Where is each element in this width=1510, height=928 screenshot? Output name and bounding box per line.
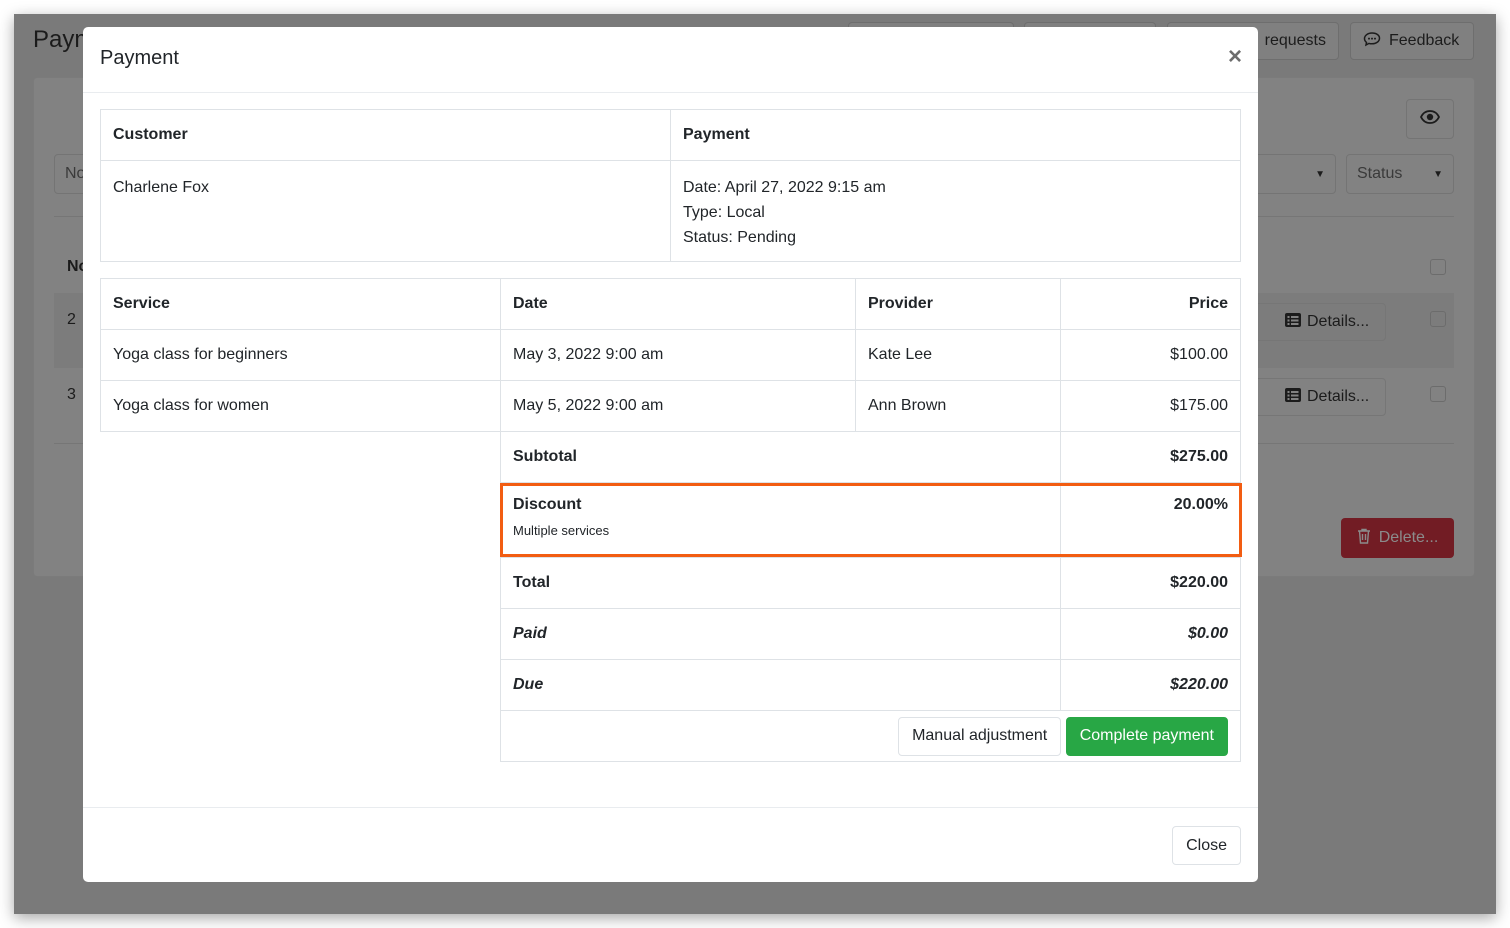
modal-title: Payment xyxy=(100,47,179,69)
payment-type: Type: Local xyxy=(683,204,765,221)
actions-cell: Manual adjustment Complete payment xyxy=(500,710,1241,762)
customer-header: Customer xyxy=(100,109,671,161)
details-label: Details... xyxy=(1307,313,1370,330)
table-row: Yoga class for beginners May 3, 2022 9:0… xyxy=(100,329,1241,381)
column-header-service: Service xyxy=(100,278,501,330)
service-provider: Kate Lee xyxy=(855,329,1061,381)
services-table: Service Date Provider Price Yoga class f… xyxy=(100,278,1241,762)
total-row: Total $220.00 xyxy=(101,557,1241,609)
trash-icon xyxy=(1357,528,1371,549)
customer-payment-table: Customer Payment Charlene Fox Date: Apri… xyxy=(100,109,1241,262)
payment-details: Date: April 27, 2022 9:15 am Type: Local… xyxy=(670,160,1241,262)
paid-value: $0.00 xyxy=(1060,608,1241,660)
payment-status: Status: Pending xyxy=(683,229,796,246)
service-name: Yoga class for women xyxy=(100,380,501,432)
column-header-price: Price xyxy=(1060,278,1241,330)
requests-label: requests xyxy=(1264,32,1326,49)
list-icon xyxy=(1285,312,1301,332)
payment-header: Payment xyxy=(670,109,1241,161)
feedback-label: Feedback xyxy=(1389,32,1460,49)
table-row: Yoga class for women May 5, 2022 9:00 am… xyxy=(100,380,1241,432)
select-all-checkbox[interactable] xyxy=(1430,259,1446,275)
payment-date: Date: April 27, 2022 9:15 am xyxy=(683,179,886,196)
details-button[interactable]: Details... xyxy=(1254,378,1386,416)
total-label: Total xyxy=(500,557,1061,609)
chevron-down-icon: ▼ xyxy=(1433,168,1443,180)
column-header-provider: Provider xyxy=(855,278,1061,330)
services-header-row: Service Date Provider Price xyxy=(100,278,1241,330)
payment-modal: Payment × Customer Payment Charlene Fox … xyxy=(83,27,1258,882)
list-icon xyxy=(1285,387,1301,407)
toggle-visibility-button[interactable] xyxy=(1406,99,1454,139)
row-number: 3 xyxy=(67,386,76,403)
service-name: Yoga class for beginners xyxy=(100,329,501,381)
service-price: $175.00 xyxy=(1060,380,1241,432)
row-checkbox[interactable] xyxy=(1430,386,1446,402)
feedback-button[interactable]: Feedback xyxy=(1350,22,1474,60)
delete-button[interactable]: Delete... xyxy=(1341,518,1454,558)
modal-header: Payment × xyxy=(83,27,1258,93)
total-value: $220.00 xyxy=(1060,557,1241,609)
due-row: Due $220.00 xyxy=(101,659,1241,711)
row-checkbox[interactable] xyxy=(1430,311,1446,327)
actions-row: Manual adjustment Complete payment xyxy=(101,710,1241,762)
discount-cell: Discount Multiple services xyxy=(500,482,1061,558)
service-price: $100.00 xyxy=(1060,329,1241,381)
due-value: $220.00 xyxy=(1060,659,1241,711)
chevron-down-icon: ▼ xyxy=(1315,168,1325,180)
details-button[interactable]: Details... xyxy=(1254,303,1386,341)
status-select[interactable]: Status ▼ xyxy=(1346,154,1454,194)
due-label: Due xyxy=(500,659,1061,711)
subtotal-row: Subtotal $275.00 xyxy=(101,431,1241,483)
subtotal-value: $275.00 xyxy=(1060,431,1241,483)
close-icon[interactable]: × xyxy=(1228,45,1242,69)
paid-label: Paid xyxy=(500,608,1061,660)
modal-footer: Close xyxy=(83,807,1258,882)
eye-icon xyxy=(1419,109,1441,129)
column-header-date: Date xyxy=(500,278,856,330)
details-label: Details... xyxy=(1307,388,1370,405)
delete-label: Delete... xyxy=(1378,529,1439,546)
discount-label: Discount xyxy=(513,496,582,513)
discount-note: Multiple services xyxy=(513,523,610,538)
customer-name: Charlene Fox xyxy=(100,160,671,262)
discount-row: Discount Multiple services 20.00% xyxy=(101,482,1241,558)
paid-row: Paid $0.00 xyxy=(101,608,1241,660)
service-provider: Ann Brown xyxy=(855,380,1061,432)
discount-value: 20.00% xyxy=(1060,482,1241,558)
complete-payment-button[interactable]: Complete payment xyxy=(1065,716,1228,756)
service-date: May 3, 2022 9:00 am xyxy=(500,329,856,381)
status-select-label: Status xyxy=(1357,165,1403,182)
chat-icon xyxy=(1363,31,1381,52)
subtotal-label: Subtotal xyxy=(500,431,1061,483)
manual-adjustment-button[interactable]: Manual adjustment xyxy=(898,716,1062,756)
close-button[interactable]: Close xyxy=(1172,826,1241,865)
row-number: 2 xyxy=(67,311,76,328)
service-date: May 5, 2022 9:00 am xyxy=(500,380,856,432)
